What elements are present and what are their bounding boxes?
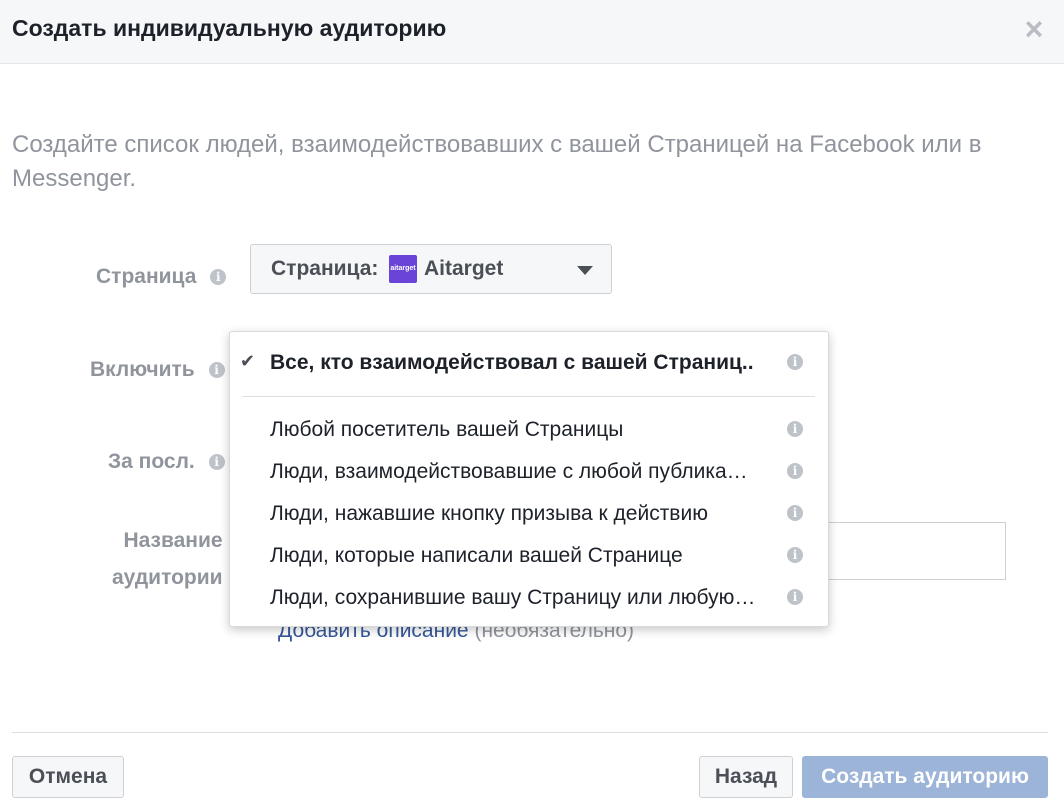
audience-name-label: Название аудитории [112,522,223,596]
info-icon[interactable]: i [787,589,803,605]
dropdown-item-selected[interactable]: ✔ Все, кто взаимодействовал с вашей Стра… [230,342,828,382]
footer-divider [12,732,1048,733]
page-select-prefix: Страница: [271,257,379,280]
dropdown-item-label: Люди, которые написали вашей Странице [270,544,683,567]
info-icon[interactable]: i [787,505,803,521]
dropdown-item[interactable]: Люди, взаимодействовавшие с любой публик… [230,451,828,491]
info-icon[interactable]: i [787,354,803,370]
create-audience-button[interactable]: Создать аудиторию [802,756,1048,798]
dropdown-item[interactable]: Люди, нажавшие кнопку призыва к действию… [230,493,828,533]
create-custom-audience-dialog: Создать индивидуальную аудиторию × Созда… [0,0,1064,812]
info-icon[interactable]: i [787,463,803,479]
dropdown-item-label: Люди, взаимодействовавшие с любой публик… [270,460,748,483]
include-row-label: Включить i [90,351,225,388]
page-select[interactable]: Страница: aitarget Aitarget [250,244,612,294]
dialog-title: Создать индивидуальную аудиторию [12,15,447,41]
close-icon[interactable]: × [1020,13,1048,45]
back-button[interactable]: Назад [699,756,793,798]
dropdown-item[interactable]: Люди, сохранившие вашу Страницу или любу… [230,577,828,617]
dialog-header: Создать индивидуальную аудиторию × [0,0,1064,64]
cancel-button[interactable]: Отмена [12,756,124,798]
audience-name-label-line2: аудитории [112,566,223,589]
info-icon[interactable]: i [208,454,225,471]
page-row-label: Страница i [96,258,227,295]
checkmark-icon: ✔ [240,351,256,371]
dropdown-item-label: Люди, сохранившие вашу Страницу или любу… [270,586,756,609]
aitarget-logo: aitarget [389,255,417,283]
info-icon[interactable]: i [787,547,803,563]
page-label: Страница [96,265,197,288]
dropdown-item[interactable]: Люди, которые написали вашей Странице i [230,535,828,575]
info-icon[interactable]: i [787,421,803,437]
page-select-value: Aitarget [424,257,504,280]
period-row-label: За посл. i [108,443,225,480]
audience-name-label-line1: Название [123,529,223,552]
dropdown-item-label: Люди, нажавшие кнопку призыва к действию [270,502,708,525]
intro-text: Создайте список людей, взаимодействовавш… [12,131,982,192]
dropdown-item-label: Любой посетитель вашей Страницы [270,418,624,441]
dropdown-separator [242,396,815,397]
info-icon[interactable]: i [208,362,225,379]
info-icon[interactable]: i [210,269,227,286]
include-dropdown-menu: ✔ Все, кто взаимодействовал с вашей Стра… [229,331,829,627]
caret-down-icon [577,266,593,275]
include-label: Включить [90,358,195,381]
dropdown-item[interactable]: Любой посетитель вашей Страницы i [230,409,828,449]
period-label: За посл. [108,450,195,473]
audience-name-input[interactable] [800,522,1006,580]
dropdown-item-label: Все, кто взаимодействовал с вашей Страни… [270,351,754,374]
